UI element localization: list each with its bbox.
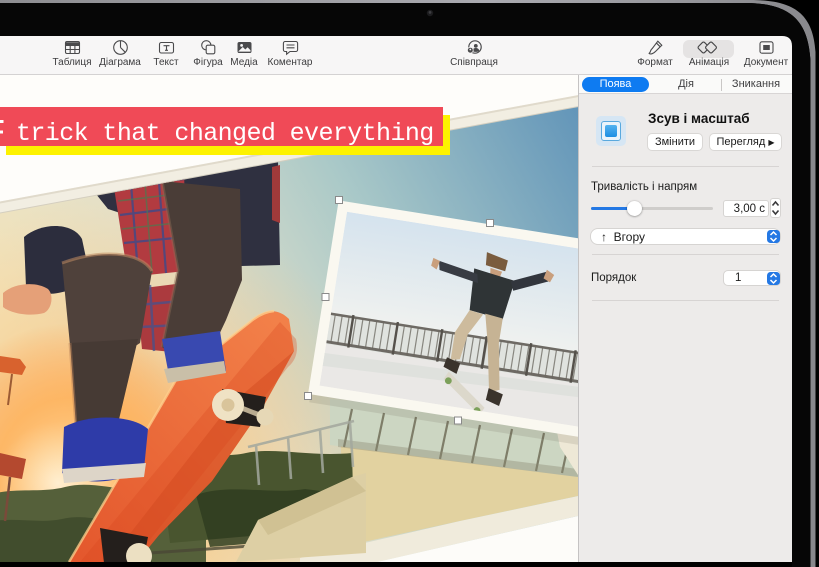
svg-text:trick that changed everything: trick that changed everything — [16, 119, 434, 148]
